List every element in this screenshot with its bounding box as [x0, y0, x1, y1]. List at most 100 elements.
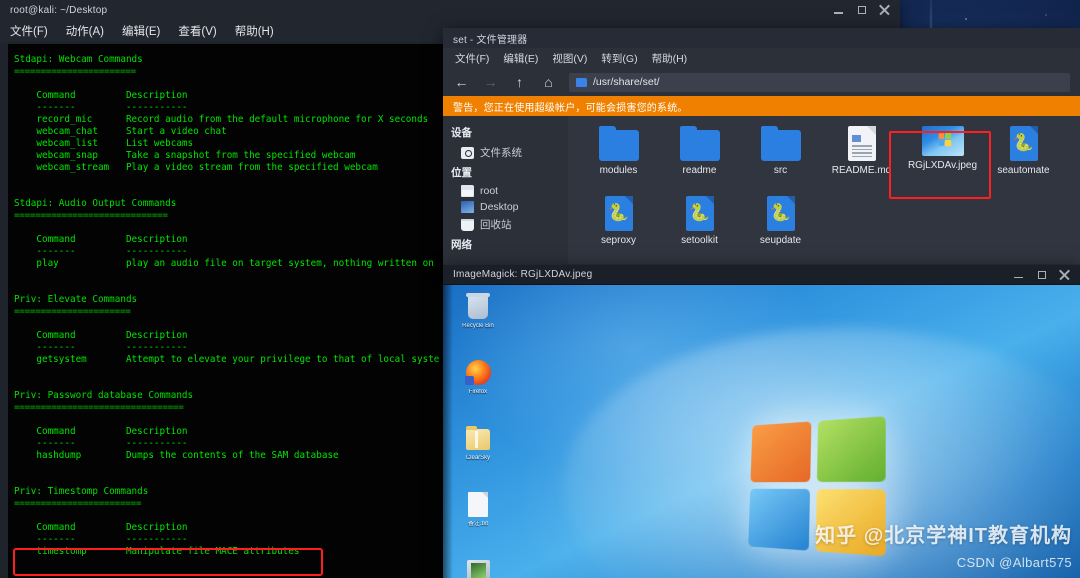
back-icon[interactable]: ← [453, 74, 470, 91]
file-name-label: readme [682, 165, 717, 176]
fm-menu-edit[interactable]: 编辑(E) [503, 51, 538, 66]
file-item[interactable]: RGjLXDAv.jpeg [902, 126, 983, 196]
desktop-icon[interactable]: Recycle Bin [449, 293, 507, 351]
column-rules: ------- ----------- [14, 342, 188, 353]
file-manager-titlebar[interactable]: set - 文件管理器 [443, 28, 1080, 48]
fm-menu-goto[interactable]: 转到(G) [601, 51, 637, 66]
file-item[interactable]: readme [659, 126, 740, 196]
desktop-icon[interactable]: payload.exe [449, 557, 507, 578]
menu-item-action[interactable]: 动作(A) [66, 23, 104, 39]
command-row: getsystem Attempt to elevate your privil… [14, 354, 440, 365]
root-warning-text: 警告，您正在使用超级帐户，可能会损害您的系统。 [453, 102, 688, 114]
sidebar-group-label: 设备 [451, 127, 472, 139]
menu-item-edit[interactable]: 编辑(E) [122, 23, 160, 39]
file-item[interactable]: src [740, 126, 821, 196]
path-bar[interactable]: /usr/share/set/ [569, 72, 1070, 92]
python-file-icon: 🐍 [766, 196, 795, 231]
file-item[interactable]: 🐍 seproxy [578, 196, 659, 266]
image-thumbnail-icon [921, 126, 964, 156]
folder-icon [576, 77, 587, 87]
screenshot-image: Recycle Bin Firefox ClearSky 备注.txt payload.… [443, 285, 1080, 578]
menu-item-view[interactable]: 查看(V) [178, 23, 216, 39]
sidebar-item-label: root [480, 185, 499, 197]
sidebar-item-回收站[interactable]: 回收站 [451, 215, 568, 234]
up-icon[interactable]: ↑ [511, 74, 528, 91]
folder-icon [598, 126, 639, 161]
file-list[interactable]: modules readme src README.md RGjLXDAv.jpeg 🐍 s… [568, 116, 1080, 264]
desktop-icon[interactable]: Firefox [449, 359, 507, 417]
folder-icon [465, 425, 491, 453]
desktop-icon[interactable]: ClearSky [449, 425, 507, 483]
section-heading: Stdapi: Audio Output Commands [14, 198, 177, 209]
section-underline: ======================= [14, 66, 136, 77]
watermark-csdn: CSDN @Albart575 [956, 555, 1072, 570]
close-icon[interactable] [879, 5, 890, 16]
section-underline: ====================== [14, 306, 131, 317]
folder-icon [679, 126, 720, 161]
image-viewer-titlebar[interactable]: ImageMagick: RGjLXDAv.jpeg [443, 265, 1080, 285]
maximize-icon[interactable] [1036, 269, 1047, 280]
trash-icon [461, 218, 474, 231]
file-name-label: setoolkit [681, 235, 718, 246]
maximize-icon[interactable] [856, 5, 867, 16]
menu-item-file[interactable]: 文件(F) [10, 23, 48, 39]
root-warning-banner: 警告，您正在使用超级帐户，可能会损害您的系统。 [443, 96, 1080, 116]
fm-menu-help[interactable]: 帮助(H) [652, 51, 688, 66]
file-item[interactable]: modules [578, 126, 659, 196]
file-item[interactable]: 🐍 setoolkit [659, 196, 740, 266]
column-rules: ------- ----------- [14, 246, 188, 257]
file-item[interactable]: README.md [821, 126, 902, 196]
remote-desktop-icons[interactable]: Recycle Bin Firefox ClearSky 备注.txt payload.… [449, 293, 507, 578]
sidebar-item-Desktop[interactable]: Desktop [451, 199, 568, 215]
menu-item-help[interactable]: 帮助(H) [235, 23, 274, 39]
file-manager-menubar[interactable]: 文件(F) 编辑(E) 视图(V) 转到(G) 帮助(H) [443, 48, 1080, 68]
current-path: /usr/share/set/ [593, 76, 660, 88]
fm-menu-file[interactable]: 文件(F) [455, 51, 489, 66]
sidebar-group-label: 位置 [451, 167, 472, 179]
column-headers: Command Description [14, 234, 188, 245]
sidebar-item-文件系统[interactable]: 文件系统 [451, 143, 568, 162]
desktop-icon-label: 备注.txt [467, 521, 488, 527]
image-viewer-window[interactable]: ImageMagick: RGjLXDAv.jpeg Recycle Bin Fi… [443, 265, 1080, 578]
file-manager-window[interactable]: set - 文件管理器 文件(F) 编辑(E) 视图(V) 转到(G) 帮助(H… [443, 28, 1080, 266]
command-row: webcam_list List webcams [14, 138, 194, 149]
image-viewer-title: ImageMagick: RGjLXDAv.jpeg [453, 269, 593, 280]
file-name-label: seproxy [600, 235, 636, 246]
minimize-icon[interactable] [1013, 269, 1024, 280]
sidebar-group-label: 网络 [451, 239, 472, 251]
terminal-titlebar[interactable]: root@kali: ~/Desktop [0, 0, 900, 20]
command-row: play play an audio file on target system… [14, 258, 434, 269]
sidebar-item-label: 文件系统 [480, 147, 522, 159]
section-heading: Priv: Elevate Commands [14, 294, 138, 305]
sidebar-item-root[interactable]: root [451, 183, 568, 199]
file-name-label: modules [599, 165, 638, 176]
close-icon[interactable] [1059, 269, 1070, 280]
file-manager-toolbar[interactable]: ← → ↑ ⌂ /usr/share/set/ [443, 68, 1080, 96]
desktop-icon[interactable]: 备注.txt [449, 491, 507, 549]
command-row: timestomp Manipulate file MACE attribute… [14, 546, 300, 557]
python-file-icon: 🐍 [1009, 126, 1038, 161]
fm-menu-view[interactable]: 视图(V) [552, 51, 587, 66]
desktop-icon [461, 201, 474, 213]
section-heading: Priv: Password database Commands [14, 390, 194, 401]
column-headers: Command Description [14, 330, 188, 341]
column-rules: ------- ----------- [14, 534, 188, 545]
file-item[interactable]: 🐍 seautomate [983, 126, 1064, 196]
minimize-icon[interactable] [833, 5, 844, 16]
image-viewer-window-controls[interactable] [1013, 269, 1074, 280]
python-file-icon: 🐍 [685, 196, 714, 231]
section-heading: Priv: Timestomp Commands [14, 486, 149, 497]
terminal-output[interactable]: Stdapi: Webcam Commands =================… [8, 44, 445, 578]
document-icon [847, 126, 876, 161]
folder-icon [461, 185, 474, 197]
recycle-bin-icon [465, 293, 491, 321]
file-manager-sidebar[interactable]: 设备 文件系统 位置 root Desktop 回收站网络 [443, 116, 568, 264]
forward-icon[interactable]: → [482, 74, 499, 91]
terminal-window-controls[interactable] [833, 5, 894, 16]
sidebar-item-label: Desktop [480, 201, 519, 213]
home-icon[interactable]: ⌂ [540, 74, 557, 91]
section-underline: ======================== [14, 498, 142, 509]
firefox-icon [465, 359, 491, 387]
file-item[interactable]: 🐍 seupdate [740, 196, 821, 266]
command-row: record_mic Record audio from the default… [14, 114, 429, 125]
